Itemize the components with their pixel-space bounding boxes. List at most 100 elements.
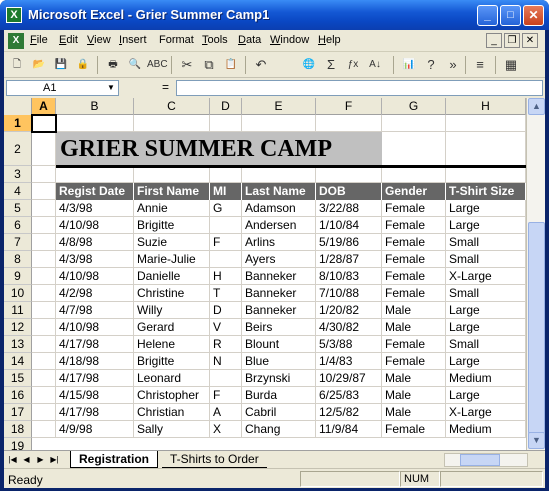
table-cell[interactable]: 4/10/98 bbox=[56, 319, 134, 336]
name-box[interactable]: A1 bbox=[6, 80, 119, 96]
cell[interactable] bbox=[32, 353, 56, 370]
table-cell[interactable]: 5/19/86 bbox=[316, 234, 382, 251]
column-header-a[interactable]: A bbox=[32, 98, 56, 115]
table-cell[interactable]: Female bbox=[382, 234, 446, 251]
menu-item-view[interactable]: View bbox=[87, 34, 111, 46]
workbook-icon[interactable]: X bbox=[8, 33, 24, 49]
row-header-9[interactable]: 9 bbox=[4, 268, 32, 285]
table-cell[interactable]: Large bbox=[446, 319, 526, 336]
table-cell[interactable]: Suzie bbox=[134, 234, 210, 251]
cell[interactable] bbox=[242, 166, 316, 183]
table-cell[interactable]: 4/7/98 bbox=[56, 302, 134, 319]
cell[interactable] bbox=[32, 132, 56, 166]
cell[interactable] bbox=[210, 166, 242, 183]
horizontal-scroll-thumb[interactable] bbox=[460, 454, 500, 466]
cell[interactable] bbox=[32, 302, 56, 319]
table-cell[interactable]: Arlins bbox=[242, 234, 316, 251]
worksheet-grid[interactable]: ABCDEFGH 1 2 3 4 5 6 7 8 9 10 11 12 13 14 15 16 17 18 19 GR… bbox=[4, 98, 526, 450]
table-cell[interactable]: N bbox=[210, 353, 242, 370]
table-cell[interactable]: 1/10/84 bbox=[316, 217, 382, 234]
row-header-17[interactable]: 17 bbox=[4, 404, 32, 421]
table-cell[interactable]: 4/17/98 bbox=[56, 370, 134, 387]
table-cell[interactable]: 5/3/88 bbox=[316, 336, 382, 353]
table-cell[interactable]: Female bbox=[382, 268, 446, 285]
column-title[interactable]: DOB bbox=[316, 183, 382, 200]
table-cell[interactable]: Banneker bbox=[242, 302, 316, 319]
column-header-g[interactable]: G bbox=[382, 98, 446, 115]
table-cell[interactable]: Female bbox=[382, 421, 446, 438]
align-icon[interactable]: ≡ bbox=[470, 55, 490, 75]
column-header-f[interactable]: F bbox=[316, 98, 382, 115]
hyperlink-icon[interactable]: 🌐 bbox=[299, 55, 319, 75]
save-icon[interactable]: 💾 bbox=[51, 55, 71, 75]
table-cell[interactable]: Small bbox=[446, 234, 526, 251]
table-cell[interactable]: Large bbox=[446, 217, 526, 234]
row-header-6[interactable]: 6 bbox=[4, 217, 32, 234]
cell[interactable] bbox=[32, 370, 56, 387]
table-cell[interactable]: Small bbox=[446, 285, 526, 302]
table-cell[interactable]: Medium bbox=[446, 370, 526, 387]
row-header-16[interactable]: 16 bbox=[4, 387, 32, 404]
table-cell[interactable]: Sally bbox=[134, 421, 210, 438]
table-cell[interactable]: Chang bbox=[242, 421, 316, 438]
row-header-2[interactable]: 2 bbox=[4, 132, 32, 166]
last-sheet-icon[interactable]: ▶| bbox=[48, 453, 61, 466]
table-cell[interactable]: 4/10/98 bbox=[56, 217, 134, 234]
table-cell[interactable]: 1/20/82 bbox=[316, 302, 382, 319]
column-title[interactable]: First Name bbox=[134, 183, 210, 200]
first-sheet-icon[interactable]: |◀ bbox=[6, 453, 19, 466]
menu-item-file[interactable]: File bbox=[30, 34, 48, 46]
table-cell[interactable]: X-Large bbox=[446, 268, 526, 285]
column-title[interactable]: T-Shirt Size bbox=[446, 183, 526, 200]
undo-icon[interactable]: ↶ bbox=[251, 55, 271, 75]
column-header-d[interactable]: D bbox=[210, 98, 242, 115]
table-cell[interactable]: Christopher bbox=[134, 387, 210, 404]
table-cell[interactable]: Marie-Julie bbox=[134, 251, 210, 268]
open-icon[interactable]: 📂 bbox=[29, 55, 49, 75]
vertical-scrollbar[interactable]: ▲ ▼ bbox=[526, 98, 545, 450]
cell[interactable] bbox=[446, 166, 526, 183]
table-cell[interactable]: 6/25/83 bbox=[316, 387, 382, 404]
table-cell[interactable] bbox=[210, 217, 242, 234]
autosum-icon[interactable]: Σ bbox=[321, 55, 341, 75]
table-cell[interactable]: Blue bbox=[242, 353, 316, 370]
table-cell[interactable] bbox=[210, 370, 242, 387]
menu-item-tools[interactable]: Tools bbox=[202, 34, 228, 46]
menu-item-help[interactable]: Help bbox=[318, 34, 341, 46]
table-cell[interactable]: Christian bbox=[134, 404, 210, 421]
table-cell[interactable]: 11/9/84 bbox=[316, 421, 382, 438]
table-cell[interactable]: Christine bbox=[134, 285, 210, 302]
table-cell[interactable]: Brigitte bbox=[134, 353, 210, 370]
cell[interactable] bbox=[32, 336, 56, 353]
cell[interactable] bbox=[446, 115, 526, 132]
cell[interactable] bbox=[32, 166, 56, 183]
row-header-19[interactable]: 19 bbox=[4, 438, 32, 450]
table-cell[interactable]: 3/22/88 bbox=[316, 200, 382, 217]
cell[interactable] bbox=[316, 166, 382, 183]
table-cell[interactable]: Banneker bbox=[242, 285, 316, 302]
row-header-15[interactable]: 15 bbox=[4, 370, 32, 387]
menu-item-window[interactable]: Window bbox=[270, 34, 309, 46]
maximize-button[interactable]: □ bbox=[500, 5, 521, 26]
table-cell[interactable]: X bbox=[210, 421, 242, 438]
table-cell[interactable]: Female bbox=[382, 217, 446, 234]
menu-item-data[interactable]: Data bbox=[238, 34, 261, 46]
table-cell[interactable]: T bbox=[210, 285, 242, 302]
row-header-3[interactable]: 3 bbox=[4, 166, 32, 183]
table-cell[interactable]: Banneker bbox=[242, 268, 316, 285]
cell[interactable] bbox=[32, 285, 56, 302]
cell[interactable] bbox=[32, 251, 56, 268]
table-cell[interactable]: Large bbox=[446, 200, 526, 217]
table-cell[interactable]: Adamson bbox=[242, 200, 316, 217]
table-cell[interactable]: Large bbox=[446, 387, 526, 404]
row-header-1[interactable]: 1 bbox=[4, 115, 32, 132]
row-header-14[interactable]: 14 bbox=[4, 353, 32, 370]
cell[interactable] bbox=[32, 268, 56, 285]
paste-icon[interactable]: 📋 bbox=[221, 55, 241, 75]
spelling-icon[interactable]: ABC bbox=[147, 55, 168, 75]
table-cell[interactable]: H bbox=[210, 268, 242, 285]
chart-wizard-icon[interactable]: 📊 bbox=[399, 55, 419, 75]
cell[interactable] bbox=[446, 132, 526, 166]
more-options-icon[interactable]: » bbox=[443, 55, 463, 75]
cell[interactable] bbox=[32, 319, 56, 336]
